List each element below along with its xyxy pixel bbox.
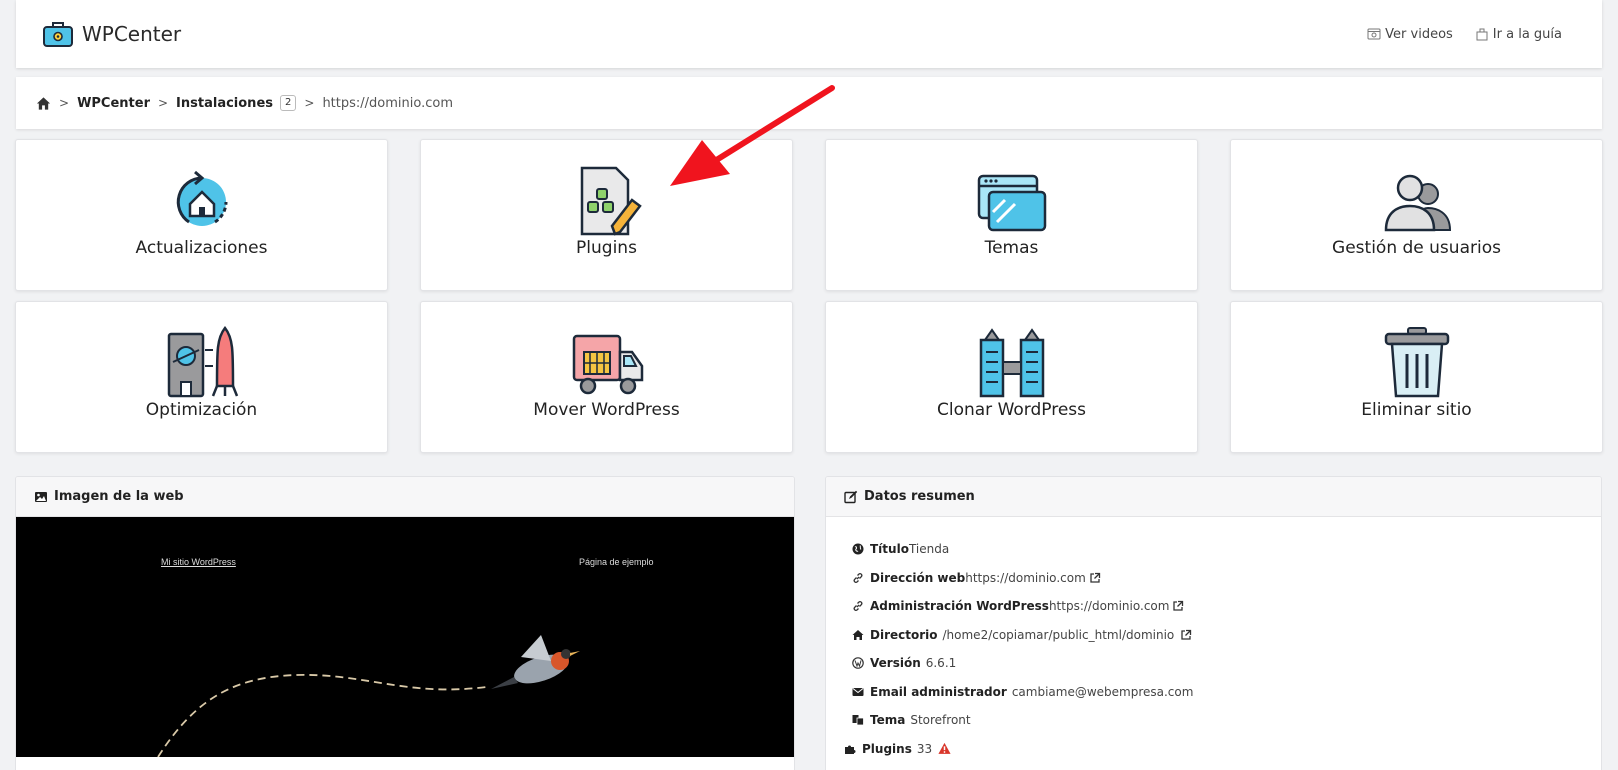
external-link-icon[interactable] (1180, 629, 1192, 641)
summary-value: Tienda (908, 542, 950, 557)
web-address-link[interactable]: https://dominio.com (965, 571, 1086, 585)
breadcrumb-separator: > (59, 96, 70, 110)
clone-icon (979, 328, 1044, 398)
tile-move[interactable]: Mover WordPress (420, 301, 793, 453)
summary-row-directory: Directorio /home2/copiamar/public_html/d… (852, 621, 1601, 650)
tile-move-label: Mover WordPress (533, 400, 680, 420)
tile-updates[interactable]: Actualizaciones (15, 139, 388, 291)
guide-link[interactable]: Ir a la guía (1475, 27, 1562, 42)
wp-admin-link[interactable]: https://dominio.com (1049, 599, 1170, 613)
toolbox-gear-icon (43, 22, 73, 47)
users-icon (1384, 174, 1451, 232)
link-icon (853, 572, 863, 583)
summary-panel-title: Datos resumen (864, 489, 975, 504)
top-bar: WPCenter Ver videos Ir a la guía (16, 0, 1602, 68)
summary-value: Storefront (910, 713, 971, 728)
bird-illustration (157, 635, 580, 757)
tile-optimization[interactable]: Optimización (15, 301, 388, 453)
summary-key: Tema (870, 713, 906, 728)
summary-row-title: Título Tienda (852, 535, 1601, 564)
globe-icon (852, 543, 864, 555)
summary-key: Email administrador (870, 684, 1007, 699)
breadcrumb-current: https://dominio.com (322, 95, 453, 111)
videos-link[interactable]: Ver videos (1367, 27, 1453, 42)
tile-clone-label: Clonar WordPress (936, 400, 1086, 420)
home-icon[interactable] (36, 96, 51, 111)
site-title-link: Mi sitio WordPress (161, 557, 236, 567)
breadcrumb-wpcenter[interactable]: WPCenter (77, 96, 150, 111)
tile-clone[interactable]: Clonar WordPress (825, 301, 1198, 453)
breadcrumb-separator: > (304, 96, 315, 110)
external-link-icon[interactable] (1089, 572, 1101, 584)
summary-panel: Datos resumen Título Tienda Dirección we… (825, 476, 1602, 770)
tile-updates-label: Actualizaciones (135, 238, 268, 258)
app-name: WPCenter (82, 22, 182, 46)
tile-themes-label: Temas (984, 238, 1039, 258)
guide-link-label: Ir a la guía (1492, 26, 1562, 42)
wordpress-icon (852, 657, 864, 670)
annotation-arrow (670, 85, 835, 186)
plugins-icon (580, 166, 642, 236)
tile-themes[interactable]: Temas (825, 139, 1198, 291)
tile-delete-site[interactable]: Eliminar sitio (1230, 301, 1603, 453)
summary-key: Título (870, 542, 909, 557)
summary-row-web-address: Dirección web https://dominio.com (852, 564, 1601, 593)
tile-users-label: Gestión de usuarios (1332, 238, 1501, 258)
sample-page-link: Página de ejemplo (579, 557, 654, 567)
preview-panel: Imagen de la web Mi sitio WordPress Pági… (15, 476, 795, 770)
image-icon (35, 491, 47, 502)
update-icon (176, 170, 227, 226)
envelope-icon (852, 687, 864, 696)
videos-link-label: Ver videos (1385, 26, 1453, 42)
preview-panel-header: Imagen de la web (16, 477, 794, 517)
themes-icon (977, 174, 1046, 232)
video-icon (1367, 28, 1381, 40)
trash-icon (1384, 327, 1449, 398)
edit-icon (844, 490, 858, 503)
plugins-count: 33 (916, 741, 933, 756)
guide-icon (1476, 28, 1488, 41)
directory-path[interactable]: /home2/copiamar/public_html/dominio (943, 628, 1175, 642)
tile-delete-site-label: Eliminar sitio (1361, 400, 1472, 420)
external-link-icon[interactable] (1172, 600, 1184, 612)
summary-value: cambiame@webempresa.com (1011, 684, 1194, 699)
preview-panel-title: Imagen de la web (54, 489, 184, 504)
optimization-icon (167, 326, 238, 398)
summary-row-theme: Tema Storefront (852, 706, 1601, 735)
summary-key: Versión (870, 656, 921, 671)
puzzle-icon (845, 745, 856, 754)
tile-users[interactable]: Gestión de usuarios (1230, 139, 1603, 291)
link-icon (853, 601, 863, 612)
truck-icon (572, 334, 643, 395)
summary-key: Directorio (870, 627, 938, 642)
breadcrumb-installations[interactable]: Instalaciones (176, 96, 273, 111)
breadcrumb-separator: > (157, 96, 169, 110)
summary-value: 6.6.1 (925, 656, 957, 671)
home-icon (852, 629, 864, 640)
installations-count-badge: 2 (280, 95, 297, 111)
warning-icon[interactable] (938, 742, 951, 755)
summary-key: Plugins (862, 741, 912, 756)
summary-panel-header: Datos resumen (826, 477, 1601, 517)
theme-icon (852, 715, 864, 726)
summary-row-wp-admin: Administración WordPress https://dominio… (852, 592, 1601, 621)
tile-plugins-label: Plugins (576, 238, 637, 258)
tile-optimization-label: Optimización (145, 400, 258, 420)
brand[interactable]: WPCenter (42, 20, 181, 48)
summary-row-plugins: Plugins 33 (844, 735, 1601, 764)
summary-key: Dirección web (870, 570, 966, 585)
summary-key: Administración WordPress (870, 599, 1049, 614)
summary-row-version: Versión 6.6.1 (852, 649, 1601, 678)
site-screenshot: Mi sitio WordPress Página de ejemplo (16, 517, 794, 757)
summary-row-admin-email: Email administrador cambiame@webempresa.… (852, 678, 1601, 707)
